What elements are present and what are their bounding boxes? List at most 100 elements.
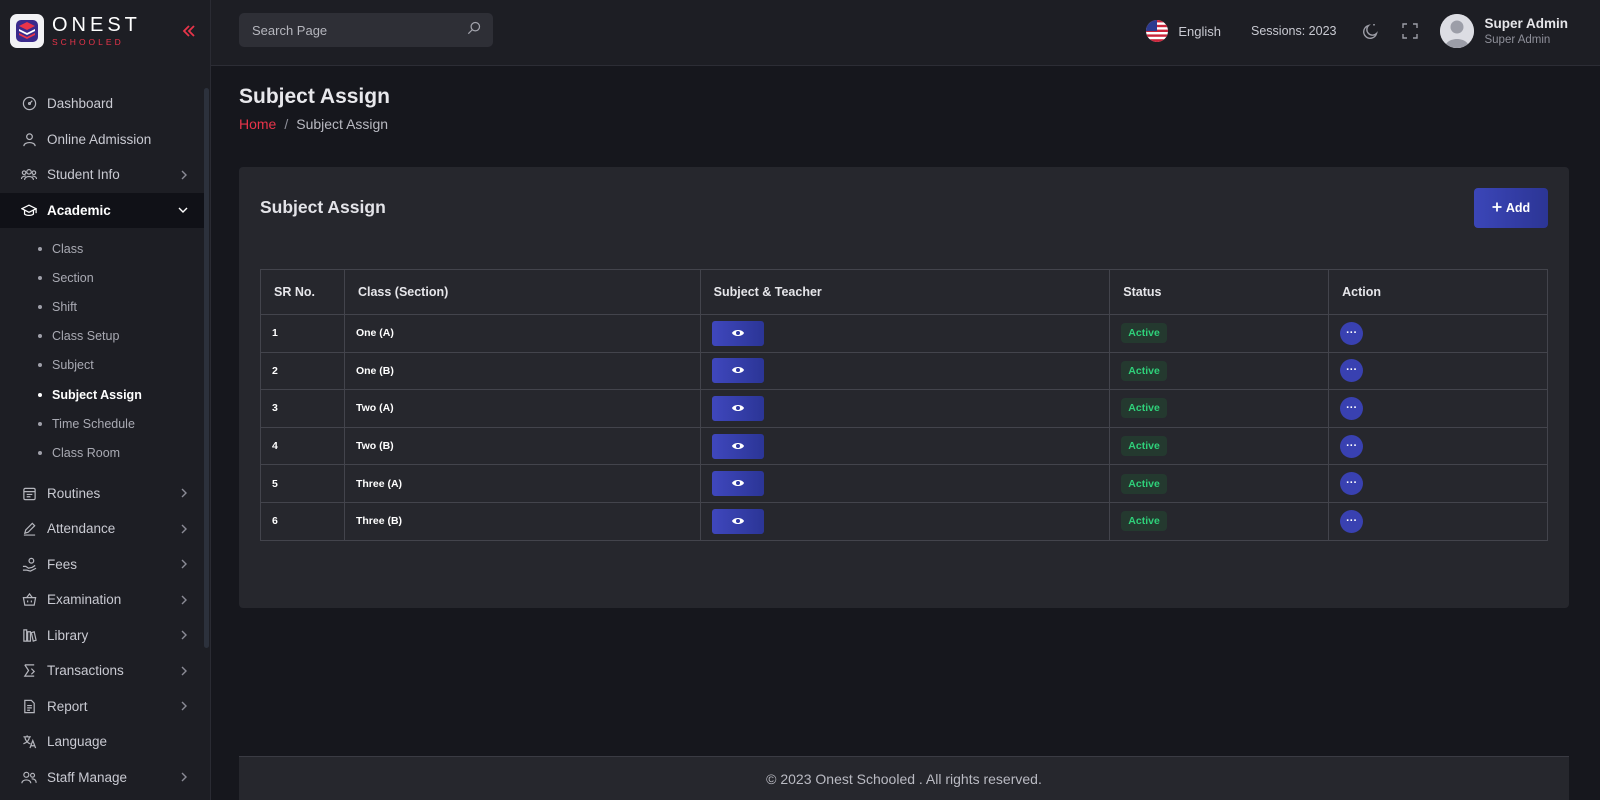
action-menu-button[interactable]: ··· xyxy=(1340,321,1364,345)
cell-sr: 1 xyxy=(260,314,345,353)
sidebar-item-attendance[interactable]: Attendance xyxy=(0,511,204,547)
cell-subject-teacher xyxy=(699,426,1111,466)
cell-action: ··· xyxy=(1328,426,1548,466)
table-row: 2 One (B) Active ··· xyxy=(260,351,1548,391)
more-dots-icon: ··· xyxy=(1346,439,1358,452)
action-menu-button[interactable]: ··· xyxy=(1340,359,1364,383)
table-row: 5 Three (A) Active ··· xyxy=(260,464,1548,503)
sidebar-item-examination[interactable]: Examination xyxy=(0,582,204,618)
eye-icon xyxy=(731,476,745,491)
search-icon[interactable] xyxy=(467,21,481,40)
view-button[interactable] xyxy=(711,395,764,421)
action-menu-button[interactable]: ··· xyxy=(1340,396,1364,420)
cell-sr: 4 xyxy=(260,426,345,466)
transaction-icon xyxy=(21,663,37,679)
submenu-item-label: Time Schedule xyxy=(52,416,135,431)
language-selector[interactable]: English xyxy=(1146,20,1221,42)
subject-assign-table: SR No. Class (Section) Subject & Teacher… xyxy=(260,269,1548,541)
submenu-item-class[interactable]: Class xyxy=(0,234,204,263)
pen-icon xyxy=(21,521,37,537)
breadcrumb-current: Subject Assign xyxy=(296,116,389,132)
chevron-right-icon xyxy=(180,559,188,569)
sidebar-item-report[interactable]: Report xyxy=(0,689,204,725)
table-header-row: SR No. Class (Section) Subject & Teacher… xyxy=(260,269,1548,315)
brand-logo[interactable]: ONEST SCHOOLED xyxy=(10,14,141,48)
submenu-item-section[interactable]: Section xyxy=(0,263,204,292)
chevron-right-icon xyxy=(180,630,188,640)
sidebar-item-label: Routines xyxy=(47,485,101,501)
add-button[interactable]: Add xyxy=(1474,188,1548,228)
action-menu-button[interactable]: ··· xyxy=(1340,509,1364,533)
view-button[interactable] xyxy=(711,358,764,384)
status-badge: Active xyxy=(1121,398,1167,419)
sidebar-item-library[interactable]: Library xyxy=(0,618,204,654)
submenu-item-label: Shift xyxy=(52,299,78,314)
sidebar-item-label: Examination xyxy=(47,592,122,608)
bullet-dot xyxy=(38,334,42,339)
more-dots-icon: ··· xyxy=(1346,514,1358,527)
more-dots-icon: ··· xyxy=(1346,401,1358,414)
submenu-item-class-room[interactable]: Class Room xyxy=(0,438,204,467)
gauge-icon xyxy=(21,96,37,112)
submenu-item-subject[interactable]: Subject xyxy=(0,351,204,380)
breadcrumb-home-link[interactable]: Home xyxy=(239,116,276,132)
document-icon xyxy=(21,698,37,714)
sidebar-item-dashboard[interactable]: Dashboard xyxy=(0,86,204,122)
sidebar-item-label: Attendance xyxy=(47,521,116,537)
plus-icon xyxy=(1492,201,1502,215)
submenu-item-subject-assign[interactable]: Subject Assign xyxy=(0,380,204,409)
eye-icon xyxy=(731,363,745,378)
sidebar-scrollbar[interactable] xyxy=(204,88,209,648)
more-dots-icon: ··· xyxy=(1346,364,1358,377)
book-stack-icon xyxy=(10,14,44,48)
view-button[interactable] xyxy=(711,433,764,459)
cell-status: Active xyxy=(1109,389,1330,428)
academic-submenu: Class Section Shift Class Setup Subject … xyxy=(0,228,204,476)
moon-icon[interactable] xyxy=(1362,22,1380,40)
session-label[interactable]: Sessions: 2023 xyxy=(1251,24,1336,38)
submenu-item-time-schedule[interactable]: Time Schedule xyxy=(0,409,204,438)
sidebar-item-routines[interactable]: Routines xyxy=(0,476,204,512)
action-menu-button[interactable]: ··· xyxy=(1340,434,1364,458)
sidebar-item-transactions[interactable]: Transactions xyxy=(0,653,204,689)
submenu-item-label: Class Room xyxy=(52,445,121,460)
hand-coin-icon xyxy=(21,556,37,572)
user-menu[interactable]: Super Admin Super Admin xyxy=(1440,14,1568,48)
sidebar-item-academic[interactable]: Academic xyxy=(0,192,204,228)
breadcrumb-separator: / xyxy=(284,116,289,132)
cell-sr: 5 xyxy=(260,464,345,503)
collapse-sidebar-icon[interactable] xyxy=(182,24,196,43)
sidebar-item-label: Academic xyxy=(47,202,111,218)
cell-sr: 3 xyxy=(260,389,345,428)
sidebar: ONEST SCHOOLED Dashboard Online Admissio… xyxy=(0,0,211,800)
copyright-text: © 2023 Onest Schooled . All rights reser… xyxy=(766,770,1042,787)
view-button[interactable] xyxy=(711,320,764,346)
fullscreen-icon[interactable] xyxy=(1402,23,1419,39)
sidebar-item-language[interactable]: Language xyxy=(0,724,204,760)
cell-sr: 6 xyxy=(260,501,345,541)
status-badge: Active xyxy=(1121,360,1167,381)
column-header-class: Class (Section) xyxy=(343,269,701,315)
status-badge: Active xyxy=(1121,511,1167,532)
sidebar-item-online-admission[interactable]: Online Admission xyxy=(0,122,204,158)
search-input[interactable] xyxy=(252,22,467,38)
bullet-dot xyxy=(38,246,42,251)
search-box[interactable] xyxy=(239,13,493,47)
table-row: 4 Two (B) Active ··· xyxy=(260,426,1548,466)
more-dots-icon: ··· xyxy=(1346,326,1358,339)
chevron-right-icon xyxy=(180,772,188,782)
sidebar-item-student-info[interactable]: Student Info xyxy=(0,157,204,193)
user-role: Super Admin xyxy=(1484,34,1551,46)
submenu-item-shift[interactable]: Shift xyxy=(0,292,204,321)
cell-status: Active xyxy=(1109,464,1330,503)
submenu-item-class-setup[interactable]: Class Setup xyxy=(0,322,204,351)
breadcrumb: Home / Subject Assign xyxy=(239,116,388,132)
action-menu-button[interactable]: ··· xyxy=(1340,472,1364,496)
sidebar-item-staff-manage[interactable]: Staff Manage xyxy=(0,760,204,796)
sidebar-item-fees[interactable]: Fees xyxy=(0,547,204,583)
submenu-item-label: Section xyxy=(52,270,94,285)
chevron-down-icon xyxy=(178,206,188,214)
view-button[interactable] xyxy=(711,471,764,497)
cell-sr: 2 xyxy=(260,351,345,391)
view-button[interactable] xyxy=(711,508,764,534)
